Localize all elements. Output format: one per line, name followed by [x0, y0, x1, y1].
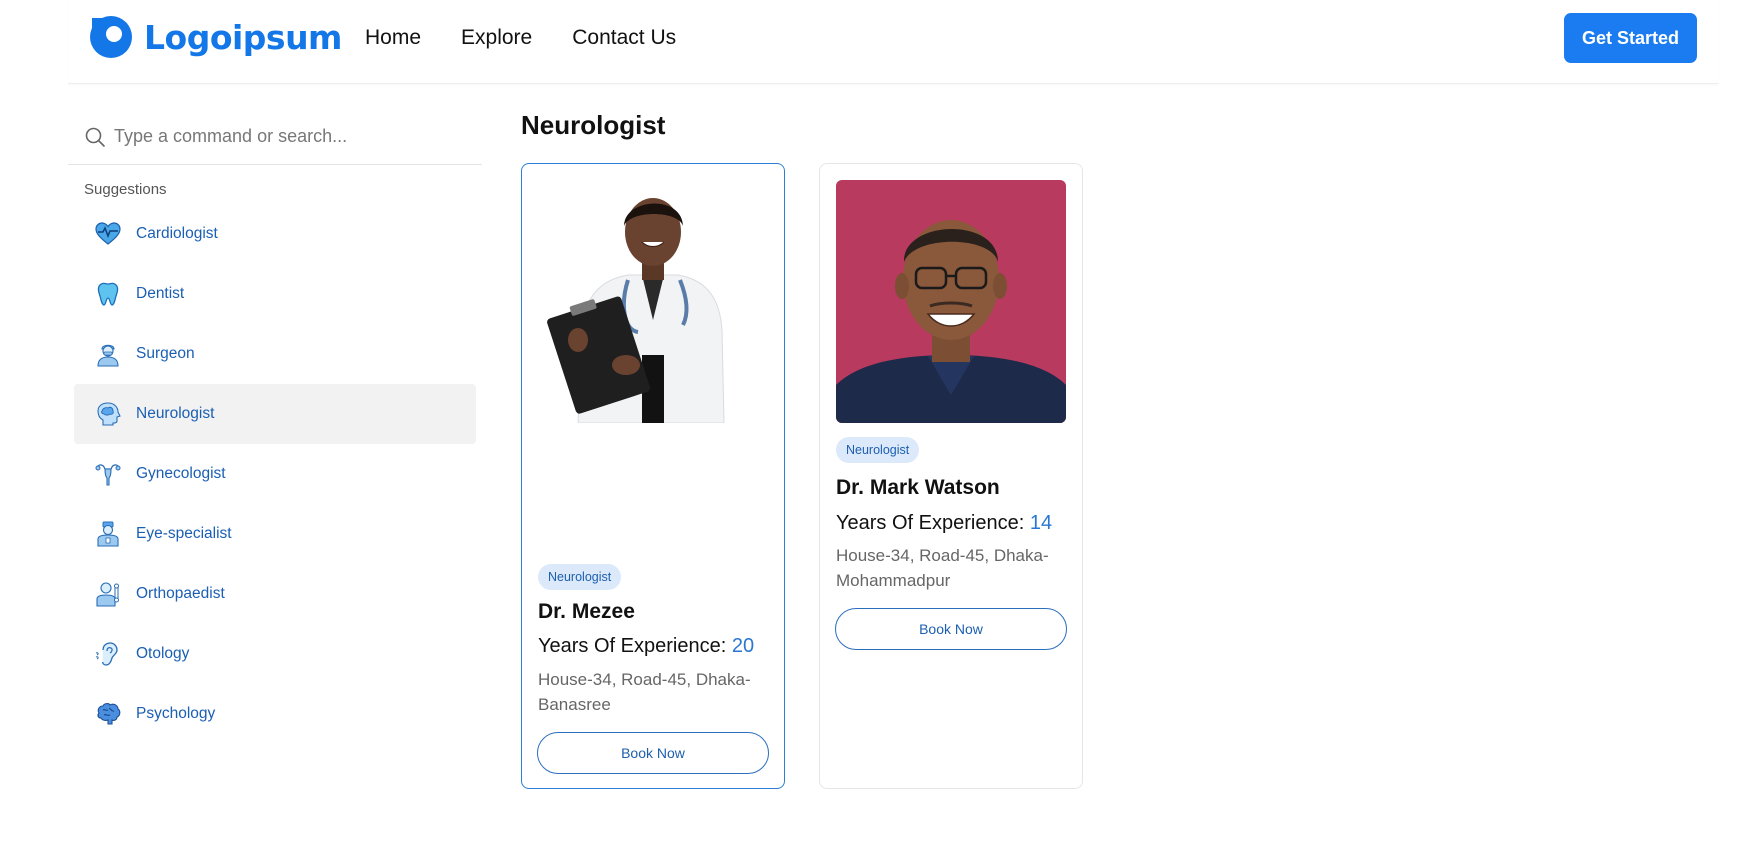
search-bar	[68, 110, 482, 165]
sidebar-item-psychology[interactable]: Psychology	[74, 684, 476, 744]
nav-home[interactable]: Home	[365, 26, 421, 50]
nav-explore[interactable]: Explore	[461, 26, 532, 50]
brain-head-icon	[94, 400, 122, 428]
sidebar-item-otology[interactable]: Otology	[74, 624, 476, 684]
experience-row: Years Of Experience: 20	[538, 635, 754, 658]
tooth-icon	[94, 280, 122, 308]
sidebar-item-label: Neurologist	[136, 405, 215, 422]
main-nav: Home Explore Contact Us	[365, 26, 676, 50]
sidebar-item-neurologist[interactable]: Neurologist	[74, 384, 476, 444]
orthopaedist-icon	[94, 580, 122, 608]
sidebar-item-label: Eye-specialist	[136, 525, 232, 542]
doctor-photo	[836, 180, 1066, 423]
top-navbar: Logoipsum Home Explore Contact Us Get St…	[68, 0, 1718, 84]
experience-value: 14	[1029, 512, 1053, 534]
specialty-badge: Neurologist	[836, 437, 920, 463]
doctor-card-mark-watson[interactable]: Neurologist Dr. Mark Watson Years Of Exp…	[819, 163, 1083, 789]
sidebar-item-orthopaedist[interactable]: Orthopaedist	[74, 564, 476, 624]
page-title: Neurologist	[521, 110, 666, 140]
get-started-button[interactable]: Get Started	[1564, 13, 1697, 63]
sidebar-item-label: Gynecologist	[136, 465, 226, 482]
specialty-badge: Neurologist	[538, 564, 622, 590]
search-input[interactable]	[114, 120, 464, 152]
surgeon-icon	[94, 340, 122, 368]
heart-pulse-icon	[94, 220, 122, 248]
experience-label: Years Of Experience:	[538, 635, 727, 657]
doctor-address: House-34, Road-45, Dhaka-Banasree	[538, 670, 751, 714]
experience-value: 20	[731, 635, 755, 657]
sidebar-item-surgeon[interactable]: Surgeon	[74, 324, 476, 384]
uterus-icon	[94, 460, 122, 488]
logo[interactable]: Logoipsum	[88, 14, 342, 60]
brain-icon	[94, 700, 122, 728]
doctor-address: House-34, Road-45, Dhaka-Mohammadpur	[836, 546, 1049, 590]
suggestions-heading: Suggestions	[84, 181, 167, 198]
doctor-name: Dr. Mezee	[538, 600, 635, 623]
experience-label: Years Of Experience:	[836, 512, 1025, 534]
sidebar-item-gynecologist[interactable]: Gynecologist	[74, 444, 476, 504]
sidebar-item-label: Surgeon	[136, 345, 195, 362]
search-icon	[85, 127, 105, 147]
ear-icon	[94, 640, 122, 668]
doctor-card-mezee[interactable]: Neurologist Dr. Mezee Years Of Experienc…	[521, 163, 785, 789]
book-now-button[interactable]: Book Now	[537, 732, 769, 774]
book-now-button[interactable]: Book Now	[835, 608, 1067, 650]
sidebar: Suggestions Cardiologist Dentist	[68, 110, 482, 744]
experience-row: Years Of Experience: 14	[836, 512, 1052, 535]
sidebar-item-label: Cardiologist	[136, 225, 218, 242]
doctor-name: Dr. Mark Watson	[836, 476, 1000, 499]
sidebar-item-label: Dentist	[136, 285, 185, 302]
sidebar-item-label: Otology	[136, 645, 190, 662]
doctor-icon	[94, 520, 122, 548]
suggestions-list: Cardiologist Dentist Surgeon Neurologist…	[68, 204, 482, 744]
sidebar-item-label: Psychology	[136, 705, 216, 722]
sidebar-item-dentist[interactable]: Dentist	[74, 264, 476, 324]
sidebar-item-eye-specialist[interactable]: Eye-specialist	[74, 504, 476, 564]
doctor-photo	[538, 180, 768, 423]
sidebar-item-label: Orthopaedist	[136, 585, 225, 602]
sidebar-item-cardiologist[interactable]: Cardiologist	[74, 204, 476, 264]
logo-text: Logoipsum	[144, 17, 342, 57]
nav-contact-us[interactable]: Contact Us	[572, 26, 676, 50]
logo-mark-icon	[90, 16, 132, 58]
